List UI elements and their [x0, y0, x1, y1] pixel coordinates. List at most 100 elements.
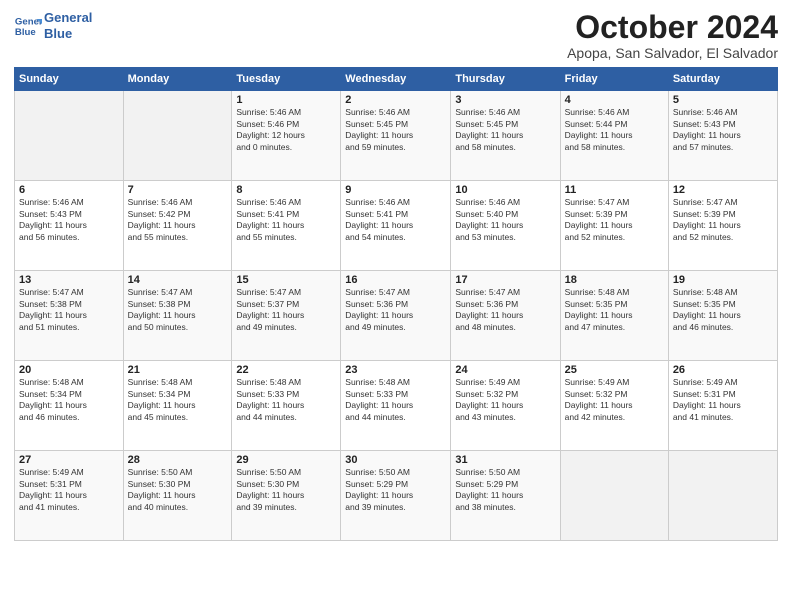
month-title: October 2024: [567, 10, 778, 45]
day-info: Sunrise: 5:46 AM Sunset: 5:45 PM Dayligh…: [455, 107, 555, 153]
calendar-cell: 15Sunrise: 5:47 AM Sunset: 5:37 PM Dayli…: [232, 271, 341, 361]
calendar-cell: 25Sunrise: 5:49 AM Sunset: 5:32 PM Dayli…: [560, 361, 668, 451]
calendar-week-row: 6Sunrise: 5:46 AM Sunset: 5:43 PM Daylig…: [15, 181, 778, 271]
day-info: Sunrise: 5:46 AM Sunset: 5:44 PM Dayligh…: [565, 107, 664, 153]
calendar-cell: 11Sunrise: 5:47 AM Sunset: 5:39 PM Dayli…: [560, 181, 668, 271]
calendar-cell: 10Sunrise: 5:46 AM Sunset: 5:40 PM Dayli…: [451, 181, 560, 271]
day-number: 2: [345, 94, 446, 106]
weekday-header-saturday: Saturday: [668, 68, 777, 91]
weekday-header-friday: Friday: [560, 68, 668, 91]
day-info: Sunrise: 5:46 AM Sunset: 5:43 PM Dayligh…: [673, 107, 773, 153]
calendar-table: SundayMondayTuesdayWednesdayThursdayFrid…: [14, 67, 778, 541]
day-number: 31: [455, 454, 555, 466]
day-number: 8: [236, 184, 336, 196]
day-number: 1: [236, 94, 336, 106]
day-number: 30: [345, 454, 446, 466]
calendar-cell: 21Sunrise: 5:48 AM Sunset: 5:34 PM Dayli…: [123, 361, 232, 451]
calendar-cell: 19Sunrise: 5:48 AM Sunset: 5:35 PM Dayli…: [668, 271, 777, 361]
calendar-cell: 28Sunrise: 5:50 AM Sunset: 5:30 PM Dayli…: [123, 451, 232, 541]
calendar-cell: 13Sunrise: 5:47 AM Sunset: 5:38 PM Dayli…: [15, 271, 124, 361]
calendar-cell: 8Sunrise: 5:46 AM Sunset: 5:41 PM Daylig…: [232, 181, 341, 271]
calendar-cell: 5Sunrise: 5:46 AM Sunset: 5:43 PM Daylig…: [668, 91, 777, 181]
day-info: Sunrise: 5:47 AM Sunset: 5:36 PM Dayligh…: [455, 287, 555, 333]
day-info: Sunrise: 5:48 AM Sunset: 5:34 PM Dayligh…: [128, 377, 228, 423]
page-header: General Blue General Blue October 2024 A…: [14, 10, 778, 61]
day-info: Sunrise: 5:48 AM Sunset: 5:33 PM Dayligh…: [345, 377, 446, 423]
calendar-cell: 4Sunrise: 5:46 AM Sunset: 5:44 PM Daylig…: [560, 91, 668, 181]
calendar-cell: 9Sunrise: 5:46 AM Sunset: 5:41 PM Daylig…: [341, 181, 451, 271]
logo-text-line2: Blue: [44, 26, 92, 42]
weekday-header-sunday: Sunday: [15, 68, 124, 91]
day-info: Sunrise: 5:50 AM Sunset: 5:30 PM Dayligh…: [128, 467, 228, 513]
logo-text-line1: General: [44, 10, 92, 26]
day-info: Sunrise: 5:50 AM Sunset: 5:29 PM Dayligh…: [345, 467, 446, 513]
day-info: Sunrise: 5:47 AM Sunset: 5:38 PM Dayligh…: [128, 287, 228, 333]
calendar-week-row: 20Sunrise: 5:48 AM Sunset: 5:34 PM Dayli…: [15, 361, 778, 451]
calendar-cell: 14Sunrise: 5:47 AM Sunset: 5:38 PM Dayli…: [123, 271, 232, 361]
calendar-cell: 31Sunrise: 5:50 AM Sunset: 5:29 PM Dayli…: [451, 451, 560, 541]
day-info: Sunrise: 5:49 AM Sunset: 5:31 PM Dayligh…: [19, 467, 119, 513]
weekday-header-monday: Monday: [123, 68, 232, 91]
calendar-cell: 20Sunrise: 5:48 AM Sunset: 5:34 PM Dayli…: [15, 361, 124, 451]
day-number: 25: [565, 364, 664, 376]
day-number: 4: [565, 94, 664, 106]
calendar-week-row: 27Sunrise: 5:49 AM Sunset: 5:31 PM Dayli…: [15, 451, 778, 541]
day-number: 11: [565, 184, 664, 196]
calendar-cell: 22Sunrise: 5:48 AM Sunset: 5:33 PM Dayli…: [232, 361, 341, 451]
location-title: Apopa, San Salvador, El Salvador: [567, 45, 778, 61]
calendar-cell: [123, 91, 232, 181]
calendar-cell: 6Sunrise: 5:46 AM Sunset: 5:43 PM Daylig…: [15, 181, 124, 271]
day-info: Sunrise: 5:46 AM Sunset: 5:41 PM Dayligh…: [236, 197, 336, 243]
day-number: 29: [236, 454, 336, 466]
day-info: Sunrise: 5:46 AM Sunset: 5:43 PM Dayligh…: [19, 197, 119, 243]
day-number: 20: [19, 364, 119, 376]
day-number: 3: [455, 94, 555, 106]
day-number: 16: [345, 274, 446, 286]
day-info: Sunrise: 5:46 AM Sunset: 5:42 PM Dayligh…: [128, 197, 228, 243]
day-info: Sunrise: 5:49 AM Sunset: 5:32 PM Dayligh…: [455, 377, 555, 423]
day-number: 14: [128, 274, 228, 286]
day-info: Sunrise: 5:48 AM Sunset: 5:34 PM Dayligh…: [19, 377, 119, 423]
day-number: 19: [673, 274, 773, 286]
title-area: October 2024 Apopa, San Salvador, El Sal…: [567, 10, 778, 61]
calendar-cell: [560, 451, 668, 541]
day-info: Sunrise: 5:46 AM Sunset: 5:45 PM Dayligh…: [345, 107, 446, 153]
day-number: 18: [565, 274, 664, 286]
weekday-header-row: SundayMondayTuesdayWednesdayThursdayFrid…: [15, 68, 778, 91]
day-number: 23: [345, 364, 446, 376]
day-number: 13: [19, 274, 119, 286]
calendar-week-row: 13Sunrise: 5:47 AM Sunset: 5:38 PM Dayli…: [15, 271, 778, 361]
svg-text:Blue: Blue: [15, 26, 36, 37]
calendar-cell: 18Sunrise: 5:48 AM Sunset: 5:35 PM Dayli…: [560, 271, 668, 361]
day-number: 9: [345, 184, 446, 196]
calendar-cell: 23Sunrise: 5:48 AM Sunset: 5:33 PM Dayli…: [341, 361, 451, 451]
calendar-cell: 24Sunrise: 5:49 AM Sunset: 5:32 PM Dayli…: [451, 361, 560, 451]
day-number: 6: [19, 184, 119, 196]
calendar-cell: 17Sunrise: 5:47 AM Sunset: 5:36 PM Dayli…: [451, 271, 560, 361]
day-number: 27: [19, 454, 119, 466]
day-info: Sunrise: 5:49 AM Sunset: 5:31 PM Dayligh…: [673, 377, 773, 423]
day-info: Sunrise: 5:47 AM Sunset: 5:39 PM Dayligh…: [565, 197, 664, 243]
weekday-header-wednesday: Wednesday: [341, 68, 451, 91]
day-info: Sunrise: 5:48 AM Sunset: 5:35 PM Dayligh…: [565, 287, 664, 333]
calendar-cell: [668, 451, 777, 541]
calendar-cell: 26Sunrise: 5:49 AM Sunset: 5:31 PM Dayli…: [668, 361, 777, 451]
logo: General Blue General Blue: [14, 10, 92, 41]
day-info: Sunrise: 5:48 AM Sunset: 5:33 PM Dayligh…: [236, 377, 336, 423]
day-number: 21: [128, 364, 228, 376]
day-info: Sunrise: 5:50 AM Sunset: 5:29 PM Dayligh…: [455, 467, 555, 513]
day-number: 15: [236, 274, 336, 286]
weekday-header-tuesday: Tuesday: [232, 68, 341, 91]
calendar-cell: 7Sunrise: 5:46 AM Sunset: 5:42 PM Daylig…: [123, 181, 232, 271]
weekday-header-thursday: Thursday: [451, 68, 560, 91]
day-info: Sunrise: 5:47 AM Sunset: 5:37 PM Dayligh…: [236, 287, 336, 333]
day-number: 17: [455, 274, 555, 286]
day-number: 12: [673, 184, 773, 196]
day-info: Sunrise: 5:47 AM Sunset: 5:39 PM Dayligh…: [673, 197, 773, 243]
day-info: Sunrise: 5:47 AM Sunset: 5:36 PM Dayligh…: [345, 287, 446, 333]
day-info: Sunrise: 5:47 AM Sunset: 5:38 PM Dayligh…: [19, 287, 119, 333]
calendar-week-row: 1Sunrise: 5:46 AM Sunset: 5:46 PM Daylig…: [15, 91, 778, 181]
calendar-cell: [15, 91, 124, 181]
logo-icon: General Blue: [14, 12, 42, 40]
day-info: Sunrise: 5:46 AM Sunset: 5:40 PM Dayligh…: [455, 197, 555, 243]
